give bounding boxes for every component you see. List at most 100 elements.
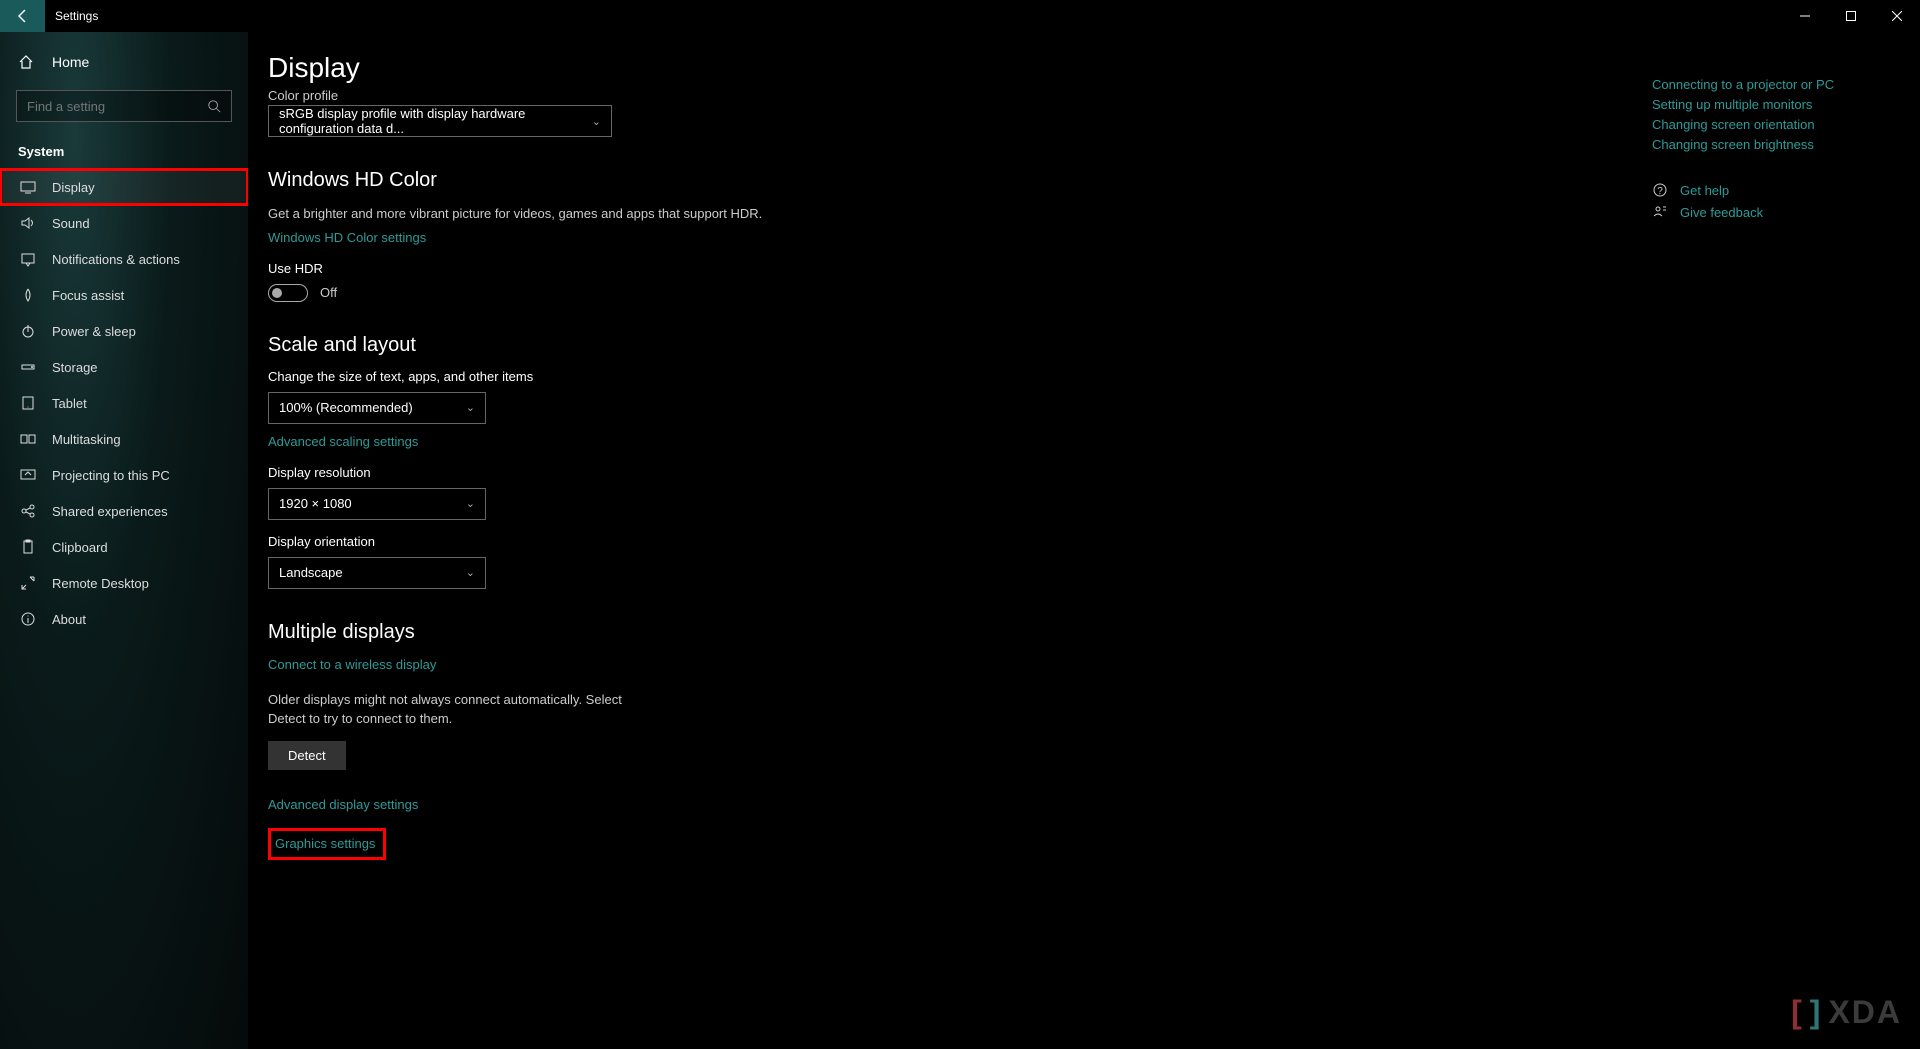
- hd-color-desc: Get a brighter and more vibrant picture …: [268, 204, 788, 224]
- dropdown-value: 1920 × 1080: [279, 496, 352, 511]
- display-icon: [18, 179, 38, 195]
- text-size-dropdown[interactable]: 100% (Recommended) ⌄: [268, 392, 486, 424]
- orientation-label: Display orientation: [268, 534, 1900, 549]
- nav-focus-assist[interactable]: Focus assist: [0, 277, 248, 313]
- chevron-down-icon: ⌄: [466, 566, 475, 579]
- text-size-label: Change the size of text, apps, and other…: [268, 369, 1900, 384]
- nav-label: Remote Desktop: [52, 576, 149, 591]
- graphics-settings-link[interactable]: Graphics settings: [275, 836, 375, 851]
- about-icon: [18, 611, 38, 627]
- nav-display[interactable]: Display: [0, 169, 248, 205]
- chevron-down-icon: ⌄: [592, 115, 601, 128]
- detect-button[interactable]: Detect: [268, 741, 346, 770]
- storage-icon: [18, 359, 38, 375]
- nav-label: Focus assist: [52, 288, 124, 303]
- help-panel: Connecting to a projector or PC Setting …: [1652, 72, 1872, 220]
- maximize-button[interactable]: [1828, 0, 1874, 32]
- project-icon: [18, 467, 38, 483]
- resolution-label: Display resolution: [268, 465, 1900, 480]
- help-link[interactable]: Changing screen orientation: [1652, 117, 1872, 132]
- content-area: Display Color profile sRGB display profi…: [248, 32, 1920, 1049]
- nav-notifications[interactable]: Notifications & actions: [0, 241, 248, 277]
- multi-icon: [18, 431, 38, 447]
- nav-sound[interactable]: Sound: [0, 205, 248, 241]
- search-icon: [207, 99, 221, 113]
- hd-color-settings-link[interactable]: Windows HD Color settings: [268, 230, 426, 245]
- help-icon: ?: [1652, 182, 1668, 198]
- multiple-desc: Older displays might not always connect …: [268, 690, 628, 729]
- use-hdr-label: Use HDR: [268, 261, 1900, 276]
- dropdown-value: Landscape: [279, 565, 343, 580]
- notify-icon: [18, 251, 38, 267]
- watermark: [] XDA: [1791, 994, 1902, 1031]
- nav-power-sleep[interactable]: Power & sleep: [0, 313, 248, 349]
- give-feedback-link[interactable]: Give feedback: [1680, 205, 1763, 220]
- home-icon: [18, 54, 38, 70]
- nav-label: Shared experiences: [52, 504, 168, 519]
- nav-label: About: [52, 612, 86, 627]
- use-hdr-toggle[interactable]: [268, 284, 308, 302]
- advanced-scaling-link[interactable]: Advanced scaling settings: [268, 434, 418, 449]
- nav-label: Notifications & actions: [52, 252, 180, 267]
- help-link[interactable]: Setting up multiple monitors: [1652, 97, 1872, 112]
- dropdown-value: sRGB display profile with display hardwa…: [279, 106, 592, 136]
- remote-icon: [18, 575, 38, 591]
- tablet-icon: [18, 395, 38, 411]
- help-link[interactable]: Connecting to a projector or PC: [1652, 77, 1872, 92]
- nav-label: Projecting to this PC: [52, 468, 170, 483]
- arrow-left-icon: [15, 8, 31, 24]
- bracket-icon: [: [1791, 994, 1804, 1031]
- nav-projecting[interactable]: Projecting to this PC: [0, 457, 248, 493]
- resolution-dropdown[interactable]: 1920 × 1080 ⌄: [268, 488, 486, 520]
- home-label: Home: [52, 54, 89, 70]
- nav-remote-desktop[interactable]: Remote Desktop: [0, 565, 248, 601]
- nav-label: Tablet: [52, 396, 87, 411]
- close-button[interactable]: [1874, 0, 1920, 32]
- sound-icon: [18, 215, 38, 231]
- minimize-button[interactable]: [1782, 0, 1828, 32]
- scale-heading: Scale and layout: [268, 334, 1900, 357]
- nav-multitasking[interactable]: Multitasking: [0, 421, 248, 457]
- toggle-knob: [272, 288, 282, 298]
- shared-icon: [18, 503, 38, 519]
- wireless-display-link[interactable]: Connect to a wireless display: [268, 657, 436, 672]
- svg-text:?: ?: [1657, 186, 1663, 197]
- dropdown-value: 100% (Recommended): [279, 400, 413, 415]
- title-bar: Settings: [0, 0, 1920, 32]
- nav-about[interactable]: About: [0, 601, 248, 637]
- feedback-icon: [1652, 204, 1668, 220]
- clipboard-icon: [18, 539, 38, 555]
- search-box[interactable]: [16, 90, 232, 122]
- watermark-text: XDA: [1828, 994, 1902, 1031]
- bracket-icon: ]: [1810, 994, 1823, 1031]
- window-title: Settings: [45, 9, 98, 23]
- graphics-settings-highlight: Graphics settings: [268, 828, 386, 860]
- power-icon: [18, 323, 38, 339]
- nav-label: Multitasking: [52, 432, 121, 447]
- color-profile-dropdown[interactable]: sRGB display profile with display hardwa…: [268, 105, 612, 137]
- help-link[interactable]: Changing screen brightness: [1652, 137, 1872, 152]
- window-controls: [1782, 0, 1920, 32]
- toggle-state: Off: [320, 285, 337, 300]
- home-link[interactable]: Home: [0, 42, 248, 82]
- search-input[interactable]: [27, 99, 207, 114]
- nav-label: Display: [52, 180, 95, 195]
- group-header: System: [0, 134, 248, 169]
- chevron-down-icon: ⌄: [466, 497, 475, 510]
- nav-label: Sound: [52, 216, 90, 231]
- advanced-display-link[interactable]: Advanced display settings: [268, 797, 418, 812]
- nav-tablet[interactable]: Tablet: [0, 385, 248, 421]
- multiple-displays-heading: Multiple displays: [268, 621, 1900, 644]
- back-button[interactable]: [0, 0, 45, 32]
- nav-label: Clipboard: [52, 540, 108, 555]
- nav-label: Power & sleep: [52, 324, 136, 339]
- nav-clipboard[interactable]: Clipboard: [0, 529, 248, 565]
- nav-storage[interactable]: Storage: [0, 349, 248, 385]
- nav-shared-experiences[interactable]: Shared experiences: [0, 493, 248, 529]
- get-help-link[interactable]: Get help: [1680, 183, 1729, 198]
- nav-label: Storage: [52, 360, 98, 375]
- focus-icon: [18, 287, 38, 303]
- sidebar: Home System Display Sound Notifications …: [0, 32, 248, 1049]
- chevron-down-icon: ⌄: [466, 401, 475, 414]
- orientation-dropdown[interactable]: Landscape ⌄: [268, 557, 486, 589]
